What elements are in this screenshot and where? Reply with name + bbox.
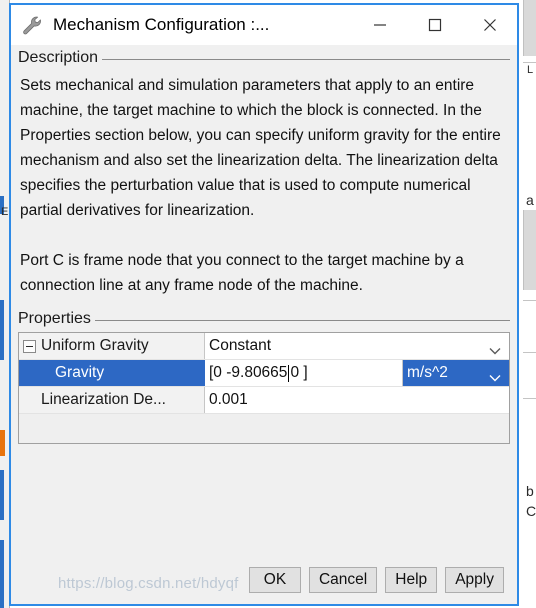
client-spacer — [18, 444, 510, 556]
apply-button[interactable]: Apply — [445, 567, 504, 593]
mechanism-configuration-dialog: Mechanism Configuration :... Description… — [9, 3, 519, 606]
property-name-uniform-gravity[interactable]: Uniform Gravity — [19, 333, 205, 359]
background-window-right-panel — [523, 210, 536, 290]
background-text-fragment-b: b — [526, 483, 534, 499]
wrench-icon — [19, 12, 45, 38]
table-row[interactable]: Gravity [0 -9.80665 0 ] m/s^2 — [19, 360, 509, 387]
properties-group-header: Properties — [18, 308, 510, 330]
property-label: Linearization De... — [41, 391, 166, 408]
gravity-unit-dropdown[interactable]: m/s^2 — [403, 360, 509, 386]
watermark-text: https://blog.csdn.net/hdyqf — [58, 575, 239, 592]
dialog-client-area: Description Sets mechanical and simulati… — [11, 45, 517, 604]
background-text-fragment-a: a — [526, 192, 534, 208]
description-group: Description Sets mechanical and simulati… — [18, 47, 510, 298]
table-row[interactable]: Linearization De... 0.001 — [19, 387, 509, 414]
property-name-linearization-delta[interactable]: Linearization De... — [19, 387, 205, 413]
description-group-header: Description — [18, 47, 510, 69]
help-button[interactable]: Help — [385, 567, 438, 593]
uniform-gravity-value: Constant — [209, 337, 272, 354]
window-title: Mechanism Configuration :... — [53, 15, 270, 34]
chevron-down-icon[interactable] — [489, 369, 501, 382]
minimize-button[interactable] — [352, 5, 407, 45]
linearization-delta-input[interactable]: 0.001 — [205, 387, 509, 413]
background-divider-4 — [523, 398, 536, 399]
background-left-accent-blue-2 — [0, 300, 4, 360]
description-paragraph-1: Sets mechanical and simulation parameter… — [20, 77, 501, 219]
properties-group: Properties Uniform Gravity Constant Grav… — [18, 308, 510, 444]
window-controls — [352, 5, 517, 45]
gravity-unit-value: m/s^2 — [407, 364, 448, 381]
description-group-rule — [102, 58, 510, 60]
background-divider-1 — [523, 62, 536, 63]
description-text: Sets mechanical and simulation parameter… — [18, 69, 510, 298]
background-text-fragment-l: L — [527, 64, 534, 76]
background-left-accent-orange — [0, 430, 5, 456]
gravity-value-before-caret: [0 -9.80665 — [209, 364, 288, 381]
maximize-button[interactable] — [407, 5, 462, 45]
background-divider-3 — [523, 352, 536, 353]
linearization-delta-value: 0.001 — [209, 391, 248, 408]
background-text-fragment-e: E — [1, 206, 9, 218]
gravity-value-after-caret: 0 ] — [290, 364, 308, 381]
background-left-accent-blue-4 — [0, 540, 4, 608]
chevron-down-icon[interactable] — [489, 342, 501, 355]
property-label: Gravity — [55, 364, 105, 381]
gravity-value-input[interactable]: [0 -9.80665 0 ] — [205, 360, 403, 386]
cancel-button[interactable]: Cancel — [308, 567, 378, 593]
ok-button[interactable]: OK — [248, 567, 301, 593]
background-window-right-scroll — [523, 0, 536, 56]
properties-group-label: Properties — [18, 310, 91, 327]
table-row[interactable]: Uniform Gravity Constant — [19, 333, 509, 360]
background-text-fragment-c: C — [526, 503, 536, 519]
property-name-gravity[interactable]: Gravity — [19, 360, 205, 386]
background-left-accent-blue-3 — [0, 470, 4, 520]
description-group-label: Description — [18, 49, 99, 66]
dialog-button-bar: https://blog.csdn.net/hdyqf OK Cancel He… — [18, 556, 510, 604]
description-paragraph-2: Port C is frame node that you connect to… — [20, 252, 464, 294]
text-caret — [288, 364, 290, 382]
close-button[interactable] — [462, 5, 517, 45]
properties-grid[interactable]: Uniform Gravity Constant Gravity [0 -9.8… — [18, 332, 510, 444]
properties-grid-empty-area — [19, 414, 509, 443]
property-value-uniform-gravity[interactable]: Constant — [205, 333, 509, 359]
title-bar[interactable]: Mechanism Configuration :... — [11, 5, 517, 45]
properties-group-rule — [94, 319, 510, 321]
background-divider-2 — [523, 300, 536, 301]
property-label: Uniform Gravity — [41, 337, 149, 354]
collapse-minus-box-icon[interactable] — [23, 339, 36, 353]
